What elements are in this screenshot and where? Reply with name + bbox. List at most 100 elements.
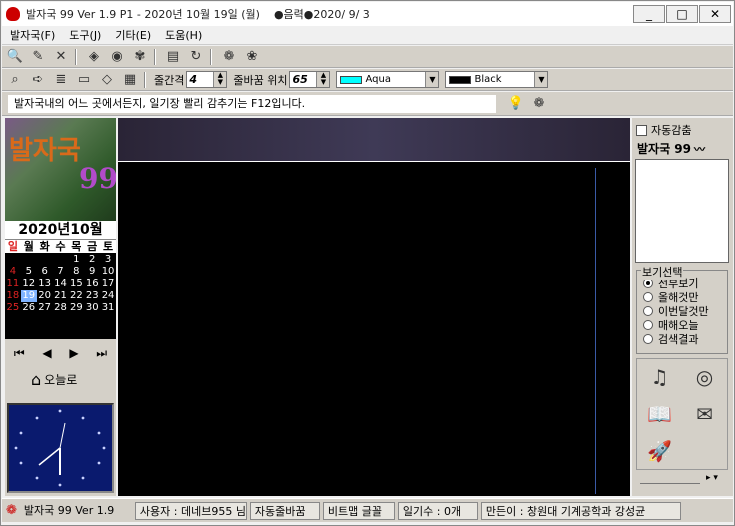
scroll-icon[interactable]: ✉ [682,396,727,433]
music-icon[interactable]: ♫ [637,359,682,396]
play-icon[interactable]: ▸ ▾ [706,473,718,483]
print-icon[interactable]: ▦ [120,70,140,90]
today-button[interactable]: ⌂ 오늘로 [31,370,77,389]
view-option[interactable]: 이번달것만 [643,304,727,318]
footprint-icon[interactable]: ❁ [219,47,239,67]
calendar-day[interactable]: 14 [53,278,69,290]
calendar-day[interactable]: 12 [21,278,37,290]
radio-button[interactable] [643,334,653,344]
calendar-day[interactable]: 20 [37,290,53,302]
calendar-day[interactable]: 16 [84,278,100,290]
auto-hide-checkbox[interactable]: 자동감춤 [636,122,733,138]
first-icon[interactable]: ⏮ [14,346,25,361]
menu-footprint[interactable]: 발자국(F) [10,27,55,43]
line-spacing-value[interactable]: 4 [187,73,213,86]
calendar-day[interactable]: 29 [68,302,84,314]
footprint-icon[interactable]: ❁ [529,94,549,114]
radio-button[interactable] [643,320,653,330]
trash-icon[interactable]: ▤ [163,47,183,67]
view-option[interactable]: 검색결과 [643,332,727,346]
eye-icon[interactable]: ◎ [682,359,727,396]
maximize-button[interactable]: □ [666,5,698,23]
stamp-icon[interactable]: ✾ [130,47,150,67]
minimize-button[interactable]: _ [633,5,665,23]
send-icon[interactable]: ➪ [28,70,48,90]
volume-slider[interactable] [640,476,700,484]
calendar-day[interactable]: 2 [84,254,100,266]
view-select-group: 보기선택 전부보기 올해것만 이번달것만 매해오늘 검색결과 [636,264,728,354]
pencil-icon[interactable]: ✎ [28,47,48,67]
diary-list[interactable] [635,159,729,263]
list-icon[interactable]: ≣ [51,70,71,90]
close-button[interactable]: ✕ [699,5,731,23]
eraser-icon[interactable]: ◈ [84,47,104,67]
view-option[interactable]: 올해것만 [643,290,727,304]
calendar-day[interactable]: 26 [21,302,37,314]
radio-button[interactable] [643,292,653,302]
book-icon[interactable]: 📖 [637,396,682,433]
calendar-day[interactable]: 23 [84,290,100,302]
calendar-day[interactable]: 17 [100,278,116,290]
calendar-day[interactable]: 19 [20,290,37,302]
rocket-icon[interactable]: 🚀 [637,432,682,469]
spinner-arrows-icon[interactable]: ▲ ▼ [213,72,227,87]
calendar-day[interactable]: 27 [37,302,53,314]
calendar-day[interactable]: 18 [5,290,21,302]
calendar-day[interactable]: 10 [100,266,116,278]
tag-icon[interactable]: ◇ [97,70,117,90]
calendar-day[interactable]: 4 [5,266,21,278]
calendar-day[interactable]: 11 [5,278,21,290]
footprint-alt-icon[interactable]: ❀ [242,47,262,67]
calendar-day[interactable]: 21 [53,290,69,302]
menu-help[interactable]: 도움(H) [165,27,202,43]
diary-header-banner [118,118,630,162]
view-option[interactable]: 매해오늘 [643,318,727,332]
logo: 발자국 99 [5,118,116,221]
last-icon[interactable]: ⏭ [96,346,107,361]
calendar-day[interactable]: 3 [100,254,116,266]
calendar-day[interactable]: 22 [68,290,84,302]
toolbar-separator [144,71,146,88]
zoom-icon[interactable]: ⌕ [5,70,25,90]
calendar-day[interactable]: 5 [21,266,37,278]
refresh-icon[interactable]: ↻ [186,47,206,67]
calendar-day[interactable]: 7 [53,266,69,278]
status-wrap: 자동줄바꿈 [249,501,320,520]
aqua-swatch [340,75,363,84]
menu-etc[interactable]: 기타(E) [115,27,151,43]
dropdown-arrow-icon[interactable]: ▼ [425,72,439,87]
background-color-select[interactable]: Black ▼ [445,71,549,88]
lightbulb-icon[interactable]: 💡 [506,94,526,114]
line-spacing-spinner[interactable]: 4 ▲ ▼ [186,71,228,88]
calendar-day[interactable]: 31 [100,302,116,314]
calendar-day[interactable]: 15 [68,278,84,290]
status-user: 사용자 : 데네브955 님 [134,501,247,520]
menu-tools[interactable]: 도구(J) [69,27,101,43]
line-position-label: 줄바꿈 위치 [233,73,288,87]
tip-bar: 발자국내의 어느 곳에서든지, 일기장 빨리 감추기는 F12입니다. 💡 ❁ [2,92,733,116]
window-icon[interactable]: ▭ [74,70,94,90]
calendar-day[interactable]: 8 [68,266,84,278]
checkbox-box[interactable] [636,124,647,136]
spinner-arrows-icon[interactable]: ▲ ▼ [316,72,330,87]
line-position-spinner[interactable]: 65 ▲ ▼ [289,71,331,88]
calendar-day[interactable]: 30 [84,302,100,314]
dropdown-arrow-icon[interactable]: ▼ [534,72,548,87]
calendar-day[interactable]: 25 [5,302,21,314]
calendar-day[interactable]: 9 [84,266,100,278]
line-position-value[interactable]: 65 [290,73,316,86]
calendar-day[interactable]: 6 [37,266,53,278]
delete-icon[interactable]: ✕ [51,47,71,67]
calendar-day[interactable]: 13 [37,278,53,290]
text-color-select[interactable]: Aqua ▼ [336,71,440,88]
calendar-day[interactable]: 24 [100,290,116,302]
next-icon[interactable]: ▶ [69,346,78,360]
radio-button[interactable] [643,306,653,316]
search-icon[interactable]: 🔍 [5,47,25,67]
calendar-day[interactable]: 28 [53,302,69,314]
calendar-day[interactable]: 1 [68,254,84,266]
calendar-weekdays: 일 월 화 수 목 금 토 [5,239,116,253]
prev-icon[interactable]: ◀ [42,346,51,360]
diary-editor[interactable] [118,162,630,496]
globe-icon[interactable]: ◉ [107,47,127,67]
